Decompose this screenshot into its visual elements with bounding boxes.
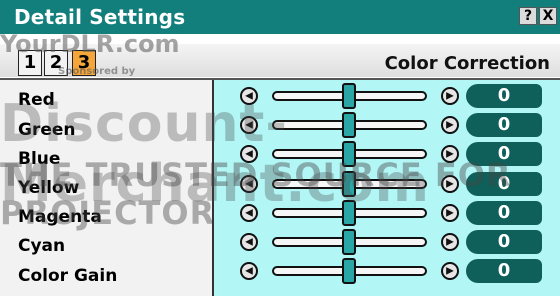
decrease-arrow-icon[interactable]: ◀ [240,233,258,251]
decrease-arrow-icon[interactable]: ◀ [240,262,258,280]
tab-2[interactable]: 2 [44,50,68,76]
row-label-cyan: Cyan [18,236,66,256]
yellow-value: 0 [466,172,542,196]
row-label-color-gain: Color Gain [18,266,118,286]
increase-arrow-icon[interactable]: ▶ [441,262,459,280]
row-label-blue: Blue [18,149,61,169]
increase-arrow-icon[interactable]: ▶ [441,233,459,251]
decrease-arrow-icon[interactable]: ◀ [240,116,258,134]
blue-value: 0 [466,142,542,166]
cyan-value: 0 [466,230,542,254]
decrease-arrow-icon[interactable]: ◀ [240,145,258,163]
tab-1[interactable]: 1 [18,50,42,76]
increase-arrow-icon[interactable]: ▶ [441,175,459,193]
color-gain-slider-knob[interactable] [342,258,356,284]
cyan-slider-knob[interactable] [342,229,356,255]
yellow-slider-knob[interactable] [342,171,356,197]
row-label-red: Red [18,90,55,110]
green-value: 0 [466,113,542,137]
blue-slider-knob[interactable] [342,141,356,167]
decrease-arrow-icon[interactable]: ◀ [240,175,258,193]
section-title: Color Correction [384,53,550,74]
red-value: 0 [466,84,542,108]
decrease-arrow-icon[interactable]: ◀ [240,204,258,222]
tab-3[interactable]: 3 [72,50,96,76]
magenta-value: 0 [466,201,542,225]
row-label-magenta: Magenta [18,207,102,227]
window-title: Detail Settings [14,5,186,29]
decrease-arrow-icon[interactable]: ◀ [240,87,258,105]
increase-arrow-icon[interactable]: ▶ [441,116,459,134]
close-button[interactable]: X [539,7,557,25]
magenta-slider-knob[interactable] [342,200,356,226]
increase-arrow-icon[interactable]: ▶ [441,87,459,105]
titlebar: Detail Settings ? X [0,0,560,34]
help-button[interactable]: ? [519,7,537,25]
green-slider-knob[interactable] [342,112,356,138]
color-gain-value: 0 [466,259,542,283]
row-label-green: Green [18,120,76,140]
increase-arrow-icon[interactable]: ▶ [441,204,459,222]
increase-arrow-icon[interactable]: ▶ [441,145,459,163]
row-label-yellow: Yellow [18,178,80,198]
red-slider-knob[interactable] [342,83,356,109]
